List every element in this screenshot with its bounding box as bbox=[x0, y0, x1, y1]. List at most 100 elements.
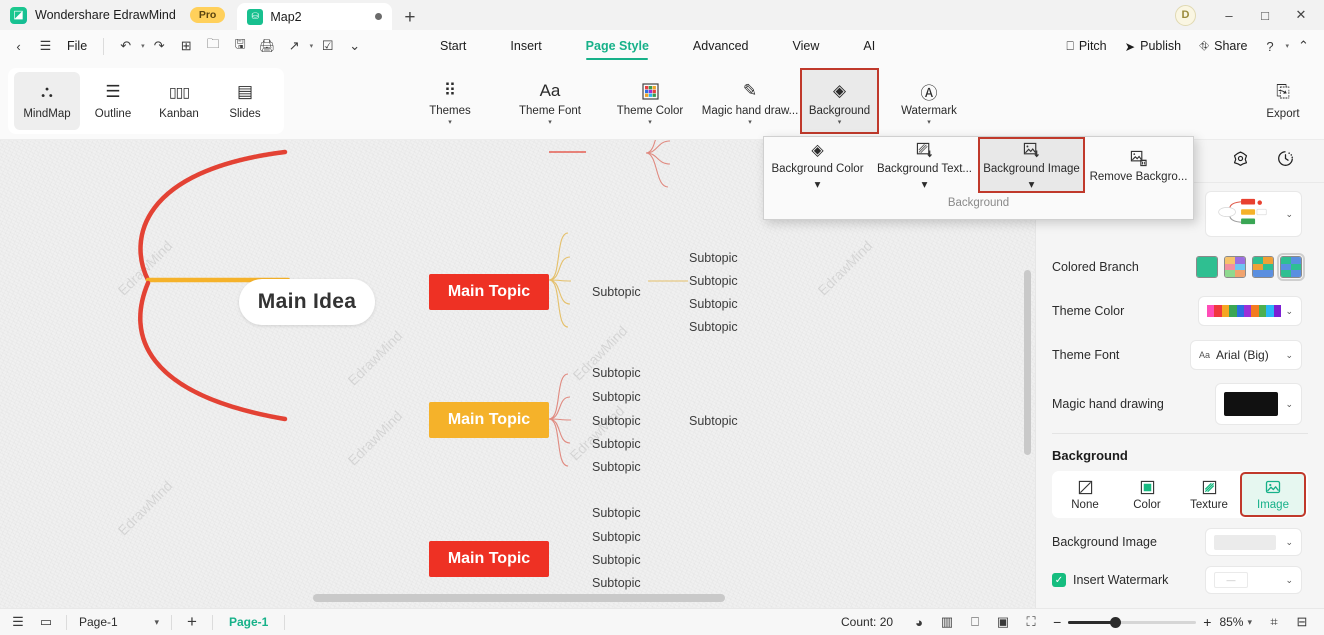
mindmap-subtopic[interactable]: Subtopic bbox=[592, 553, 641, 567]
chevron-down-icon[interactable]: ▾ bbox=[922, 177, 928, 191]
zoom-slider-track[interactable] bbox=[1068, 616, 1197, 628]
frame-icon[interactable]: ▣ bbox=[989, 614, 1017, 630]
canvas-horizontal-scrollbar[interactable] bbox=[313, 594, 725, 602]
help-caret-icon[interactable]: ▾ bbox=[1285, 42, 1289, 50]
file-menu[interactable]: File bbox=[60, 39, 94, 53]
pitch-button[interactable]: ⎕ Pitch bbox=[1058, 33, 1114, 59]
chevron-down-icon[interactable]: ▾ bbox=[1029, 177, 1035, 191]
help-circle-icon[interactable]: ? bbox=[1257, 34, 1282, 59]
view-mode-kanban[interactable]: ▯▯▯ Kanban bbox=[146, 72, 212, 130]
share-button[interactable]: ⛗ Share bbox=[1191, 33, 1255, 59]
zoom-slider-handle[interactable] bbox=[1110, 616, 1122, 628]
view-mode-slides[interactable]: ▤ Slides bbox=[212, 72, 278, 130]
mindmap-subtopic[interactable]: Subtopic bbox=[592, 366, 641, 380]
fullscreen-icon[interactable]: ⛶ bbox=[1017, 614, 1045, 630]
chevron-down-icon[interactable]: ▾ bbox=[648, 119, 652, 127]
theme-color-button[interactable]: Theme Color ▾ bbox=[600, 66, 700, 136]
edit-check-icon[interactable]: ☑ bbox=[315, 34, 340, 59]
background-color-menu-item[interactable]: ◈ Background Color ▾ bbox=[764, 137, 871, 193]
tab-insert[interactable]: Insert bbox=[488, 30, 563, 62]
chevron-down-icon[interactable]: ▾ bbox=[815, 177, 821, 191]
branch-option-4[interactable] bbox=[1277, 253, 1305, 281]
close-button[interactable]: ✕ bbox=[1284, 0, 1318, 30]
chevron-down-icon[interactable]: ⌄ bbox=[1285, 399, 1293, 410]
view-mode-mindmap[interactable]: ⛬ MindMap bbox=[14, 72, 80, 130]
mindmap-subtopic[interactable]: Subtopic bbox=[592, 437, 641, 451]
mindmap-subtopic[interactable]: Subtopic bbox=[592, 285, 641, 299]
mindmap-subtopic[interactable]: Subtopic bbox=[592, 530, 641, 544]
tab-advanced[interactable]: Advanced bbox=[671, 30, 771, 62]
chevron-down-icon[interactable]: ⌄ bbox=[1285, 209, 1293, 220]
background-texture-menu-item[interactable]: Background Text... ▾ bbox=[871, 137, 978, 193]
theme-font-dropdown[interactable]: Aa Arial (Big) ⌄ bbox=[1190, 340, 1302, 370]
magic-hand-draw-button[interactable]: ✎ Magic hand draw... ▾ bbox=[700, 66, 800, 136]
mindmap-subtopic[interactable]: Subtopic bbox=[689, 297, 738, 311]
add-page-button[interactable]: + bbox=[178, 612, 206, 632]
mindmap-center-node[interactable]: Main Idea bbox=[239, 279, 375, 325]
mindmap-subtopic[interactable]: Subtopic bbox=[689, 320, 738, 334]
history-clock-icon[interactable] bbox=[1277, 150, 1294, 172]
fit-to-screen-icon[interactable]: ⌗ bbox=[1260, 614, 1288, 630]
chevron-down-icon[interactable]: ▾ bbox=[748, 119, 752, 127]
zoom-chevron-down-icon[interactable]: ▾ bbox=[1247, 617, 1252, 628]
settings-gear-icon[interactable] bbox=[1232, 150, 1249, 172]
new-tab-button[interactable]: + bbox=[392, 8, 427, 30]
chevron-down-icon[interactable]: ⌄ bbox=[1285, 306, 1293, 317]
outline-view-icon[interactable]: ☰ bbox=[4, 614, 32, 630]
presentation-icon[interactable]: ⎕ bbox=[961, 614, 989, 630]
more-options-icon[interactable]: ⌄ bbox=[342, 34, 367, 59]
watermark-button[interactable]: Ⓐ Watermark ▾ bbox=[879, 66, 979, 136]
columns-icon[interactable]: ▥ bbox=[933, 614, 961, 630]
minimize-button[interactable]: – bbox=[1212, 0, 1246, 30]
watermark-style-dropdown[interactable]: — ⌄ bbox=[1205, 566, 1302, 594]
share-caret-icon[interactable]: ▾ bbox=[310, 42, 314, 50]
chevron-down-icon[interactable]: ⌄ bbox=[1285, 350, 1293, 361]
zoom-in-button[interactable]: + bbox=[1203, 614, 1211, 630]
themes-button[interactable]: ⠿ Themes ▾ bbox=[400, 66, 500, 136]
page-select-dropdown[interactable]: Page-1 ▾ bbox=[73, 615, 165, 629]
mindmap-subtopic[interactable]: Subtopic bbox=[592, 460, 641, 474]
redo-icon[interactable]: ↷ bbox=[147, 34, 172, 59]
collapse-ribbon-icon[interactable]: ⌃ bbox=[1291, 34, 1316, 59]
magic-hand-drawing-dropdown[interactable]: ⌄ bbox=[1215, 383, 1302, 425]
background-type-image[interactable]: Image bbox=[1240, 472, 1306, 517]
mindmap-subtopic[interactable]: Subtopic bbox=[592, 506, 641, 520]
current-page-tab[interactable]: Page-1 bbox=[219, 615, 278, 629]
export-share-icon[interactable]: ↗ bbox=[282, 34, 307, 59]
chevron-down-icon[interactable]: ⌄ bbox=[1285, 575, 1293, 586]
mindmap-subtopic[interactable]: Subtopic bbox=[592, 576, 641, 590]
undo-icon[interactable]: ↶ bbox=[113, 34, 138, 59]
publish-button[interactable]: ➤ Publish bbox=[1117, 33, 1189, 59]
mindmap-subtopic[interactable]: Subtopic bbox=[592, 390, 641, 404]
export-button[interactable]: ⎘ Export bbox=[1248, 62, 1318, 140]
print-icon[interactable]: 🖨 bbox=[255, 34, 280, 59]
canvas-vertical-scrollbar[interactable] bbox=[1024, 270, 1031, 455]
remove-background-menu-item[interactable]: Remove Backgro... bbox=[1085, 137, 1192, 193]
pie-chart-icon[interactable]: ◕ bbox=[905, 615, 933, 630]
theme-font-button[interactable]: Aa Theme Font ▾ bbox=[500, 66, 600, 136]
tab-ai[interactable]: AI bbox=[841, 30, 897, 62]
chevron-down-icon[interactable]: ▾ bbox=[448, 119, 452, 127]
view-mode-outline[interactable]: ☰ Outline bbox=[80, 72, 146, 130]
avatar[interactable]: D bbox=[1175, 4, 1196, 26]
back-arrow-icon[interactable]: ‹ bbox=[6, 34, 31, 59]
chevron-down-icon[interactable]: ▾ bbox=[927, 119, 931, 127]
mindmap-subtopic[interactable]: Subtopic bbox=[689, 251, 738, 265]
theme-color-dropdown[interactable]: ⌄ bbox=[1198, 296, 1302, 326]
chevron-down-icon[interactable]: ▾ bbox=[838, 119, 842, 127]
mindmap-main-topic-2[interactable]: Main Topic bbox=[429, 402, 549, 438]
tab-unsaved-dot[interactable] bbox=[375, 13, 383, 20]
zoom-out-button[interactable]: − bbox=[1053, 614, 1061, 630]
tab-start[interactable]: Start bbox=[418, 30, 488, 62]
maximize-button[interactable]: □ bbox=[1248, 0, 1282, 30]
tab-page-style[interactable]: Page Style bbox=[564, 30, 671, 62]
mindmap-main-topic-3[interactable]: Main Topic bbox=[429, 541, 549, 577]
zoom-level-label[interactable]: 85% bbox=[1219, 615, 1243, 629]
branch-option-3[interactable] bbox=[1252, 256, 1274, 278]
branch-option-1[interactable] bbox=[1196, 256, 1218, 278]
mindmap-subtopic[interactable]: Subtopic bbox=[592, 414, 641, 428]
mindmap-subtopic[interactable]: Subtopic bbox=[689, 274, 738, 288]
tab-view[interactable]: View bbox=[771, 30, 842, 62]
background-button[interactable]: ◈ Background ▾ bbox=[800, 68, 879, 134]
split-view-icon[interactable]: ⊟ bbox=[1288, 614, 1316, 630]
